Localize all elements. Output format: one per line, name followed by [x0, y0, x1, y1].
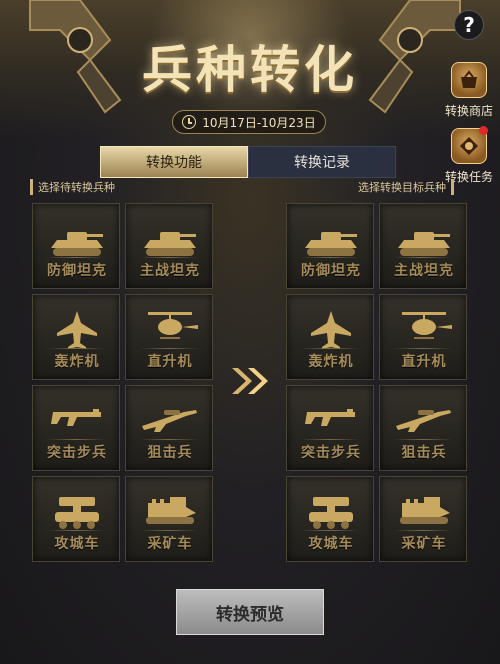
source-unit-tile[interactable]: 防御坦克: [32, 203, 120, 289]
source-unit-tile[interactable]: 突击步兵: [32, 385, 120, 471]
source-unit-label: 防御坦克: [47, 263, 107, 279]
target-unit-label: 突击步兵: [301, 445, 361, 461]
target-unit-label: 狙击兵: [401, 445, 447, 461]
source-unit-label: 采矿车: [147, 536, 193, 552]
source-unit-tile[interactable]: 狙击兵: [125, 385, 213, 471]
source-units-label: 选择待转换兵种: [30, 179, 115, 195]
siege-vehicle-icon: [309, 497, 353, 529]
helicopter-icon: [148, 312, 198, 339]
helicopter-icon: [402, 312, 452, 339]
chevron-right-icon: [232, 368, 268, 394]
target-unit-label: 主战坦克: [394, 263, 454, 279]
source-unit-label: 轰炸机: [54, 354, 100, 370]
conversion-task-button[interactable]: 转换任务: [440, 126, 498, 185]
source-unit-label: 突击步兵: [47, 445, 107, 461]
source-unit-tile[interactable]: 直升机: [125, 294, 213, 380]
unit-conversion-screen: 兵种转化 10月17日-10月23日 ? 转换商店 转换任务 转换功能 转换记录…: [0, 0, 500, 664]
conversion-shop-button[interactable]: 转换商店: [440, 62, 498, 119]
source-unit-tile[interactable]: 主战坦克: [125, 203, 213, 289]
target-unit-tile[interactable]: 防御坦克: [286, 203, 374, 289]
sniper-rifle-icon: [142, 410, 197, 432]
mining-vehicle-icon: [146, 497, 196, 524]
source-unit-label: 直升机: [147, 354, 193, 370]
page-title: 兵种转化: [142, 41, 358, 99]
clock-icon: [182, 115, 197, 129]
target-unit-label: 采矿车: [401, 536, 447, 552]
siege-vehicle-icon: [55, 497, 99, 529]
shop-icon: [451, 62, 487, 98]
source-unit-tile[interactable]: 轰炸机: [32, 294, 120, 380]
tank-icon: [305, 232, 357, 256]
event-date-range: 10月17日-10月23日: [172, 110, 326, 134]
target-unit-label: 轰炸机: [308, 354, 354, 370]
tank-icon: [144, 232, 196, 256]
target-unit-label: 攻城车: [308, 536, 354, 552]
rifle-icon: [51, 409, 101, 426]
bomber-icon: [57, 311, 97, 349]
source-unit-label: 狙击兵: [147, 445, 193, 461]
tab-bar: 转换功能 转换记录: [100, 146, 396, 178]
target-unit-tile[interactable]: 主战坦克: [379, 203, 467, 289]
source-unit-tile[interactable]: 采矿车: [125, 476, 213, 562]
target-unit-label: 防御坦克: [301, 263, 361, 279]
target-unit-tile[interactable]: 狙击兵: [379, 385, 467, 471]
target-unit-tile[interactable]: 轰炸机: [286, 294, 374, 380]
mining-vehicle-icon: [400, 497, 450, 524]
target-unit-tile[interactable]: 突击步兵: [286, 385, 374, 471]
target-unit-tile[interactable]: 攻城车: [286, 476, 374, 562]
tab-conversion[interactable]: 转换功能: [100, 146, 248, 178]
tank-icon: [51, 232, 103, 256]
target-unit-tile[interactable]: 采矿车: [379, 476, 467, 562]
help-button[interactable]: ?: [454, 10, 484, 40]
date-range-text: 10月17日-10月23日: [202, 115, 316, 130]
tank-icon: [398, 232, 450, 256]
sniper-rifle-icon: [396, 410, 451, 432]
target-unit-label: 直升机: [401, 354, 447, 370]
notification-dot: [479, 126, 488, 135]
tab-conversion-history[interactable]: 转换记录: [248, 146, 396, 178]
rifle-icon: [305, 409, 355, 426]
target-unit-tile[interactable]: 直升机: [379, 294, 467, 380]
conversion-preview-button[interactable]: 转换预览: [176, 589, 324, 635]
source-unit-label: 主战坦克: [140, 263, 200, 279]
source-unit-tile[interactable]: 攻城车: [32, 476, 120, 562]
target-units-label: 选择转换目标兵种: [358, 179, 454, 195]
conversion-shop-label: 转换商店: [444, 104, 493, 118]
source-unit-label: 攻城车: [54, 536, 100, 552]
bomber-icon: [311, 311, 351, 349]
